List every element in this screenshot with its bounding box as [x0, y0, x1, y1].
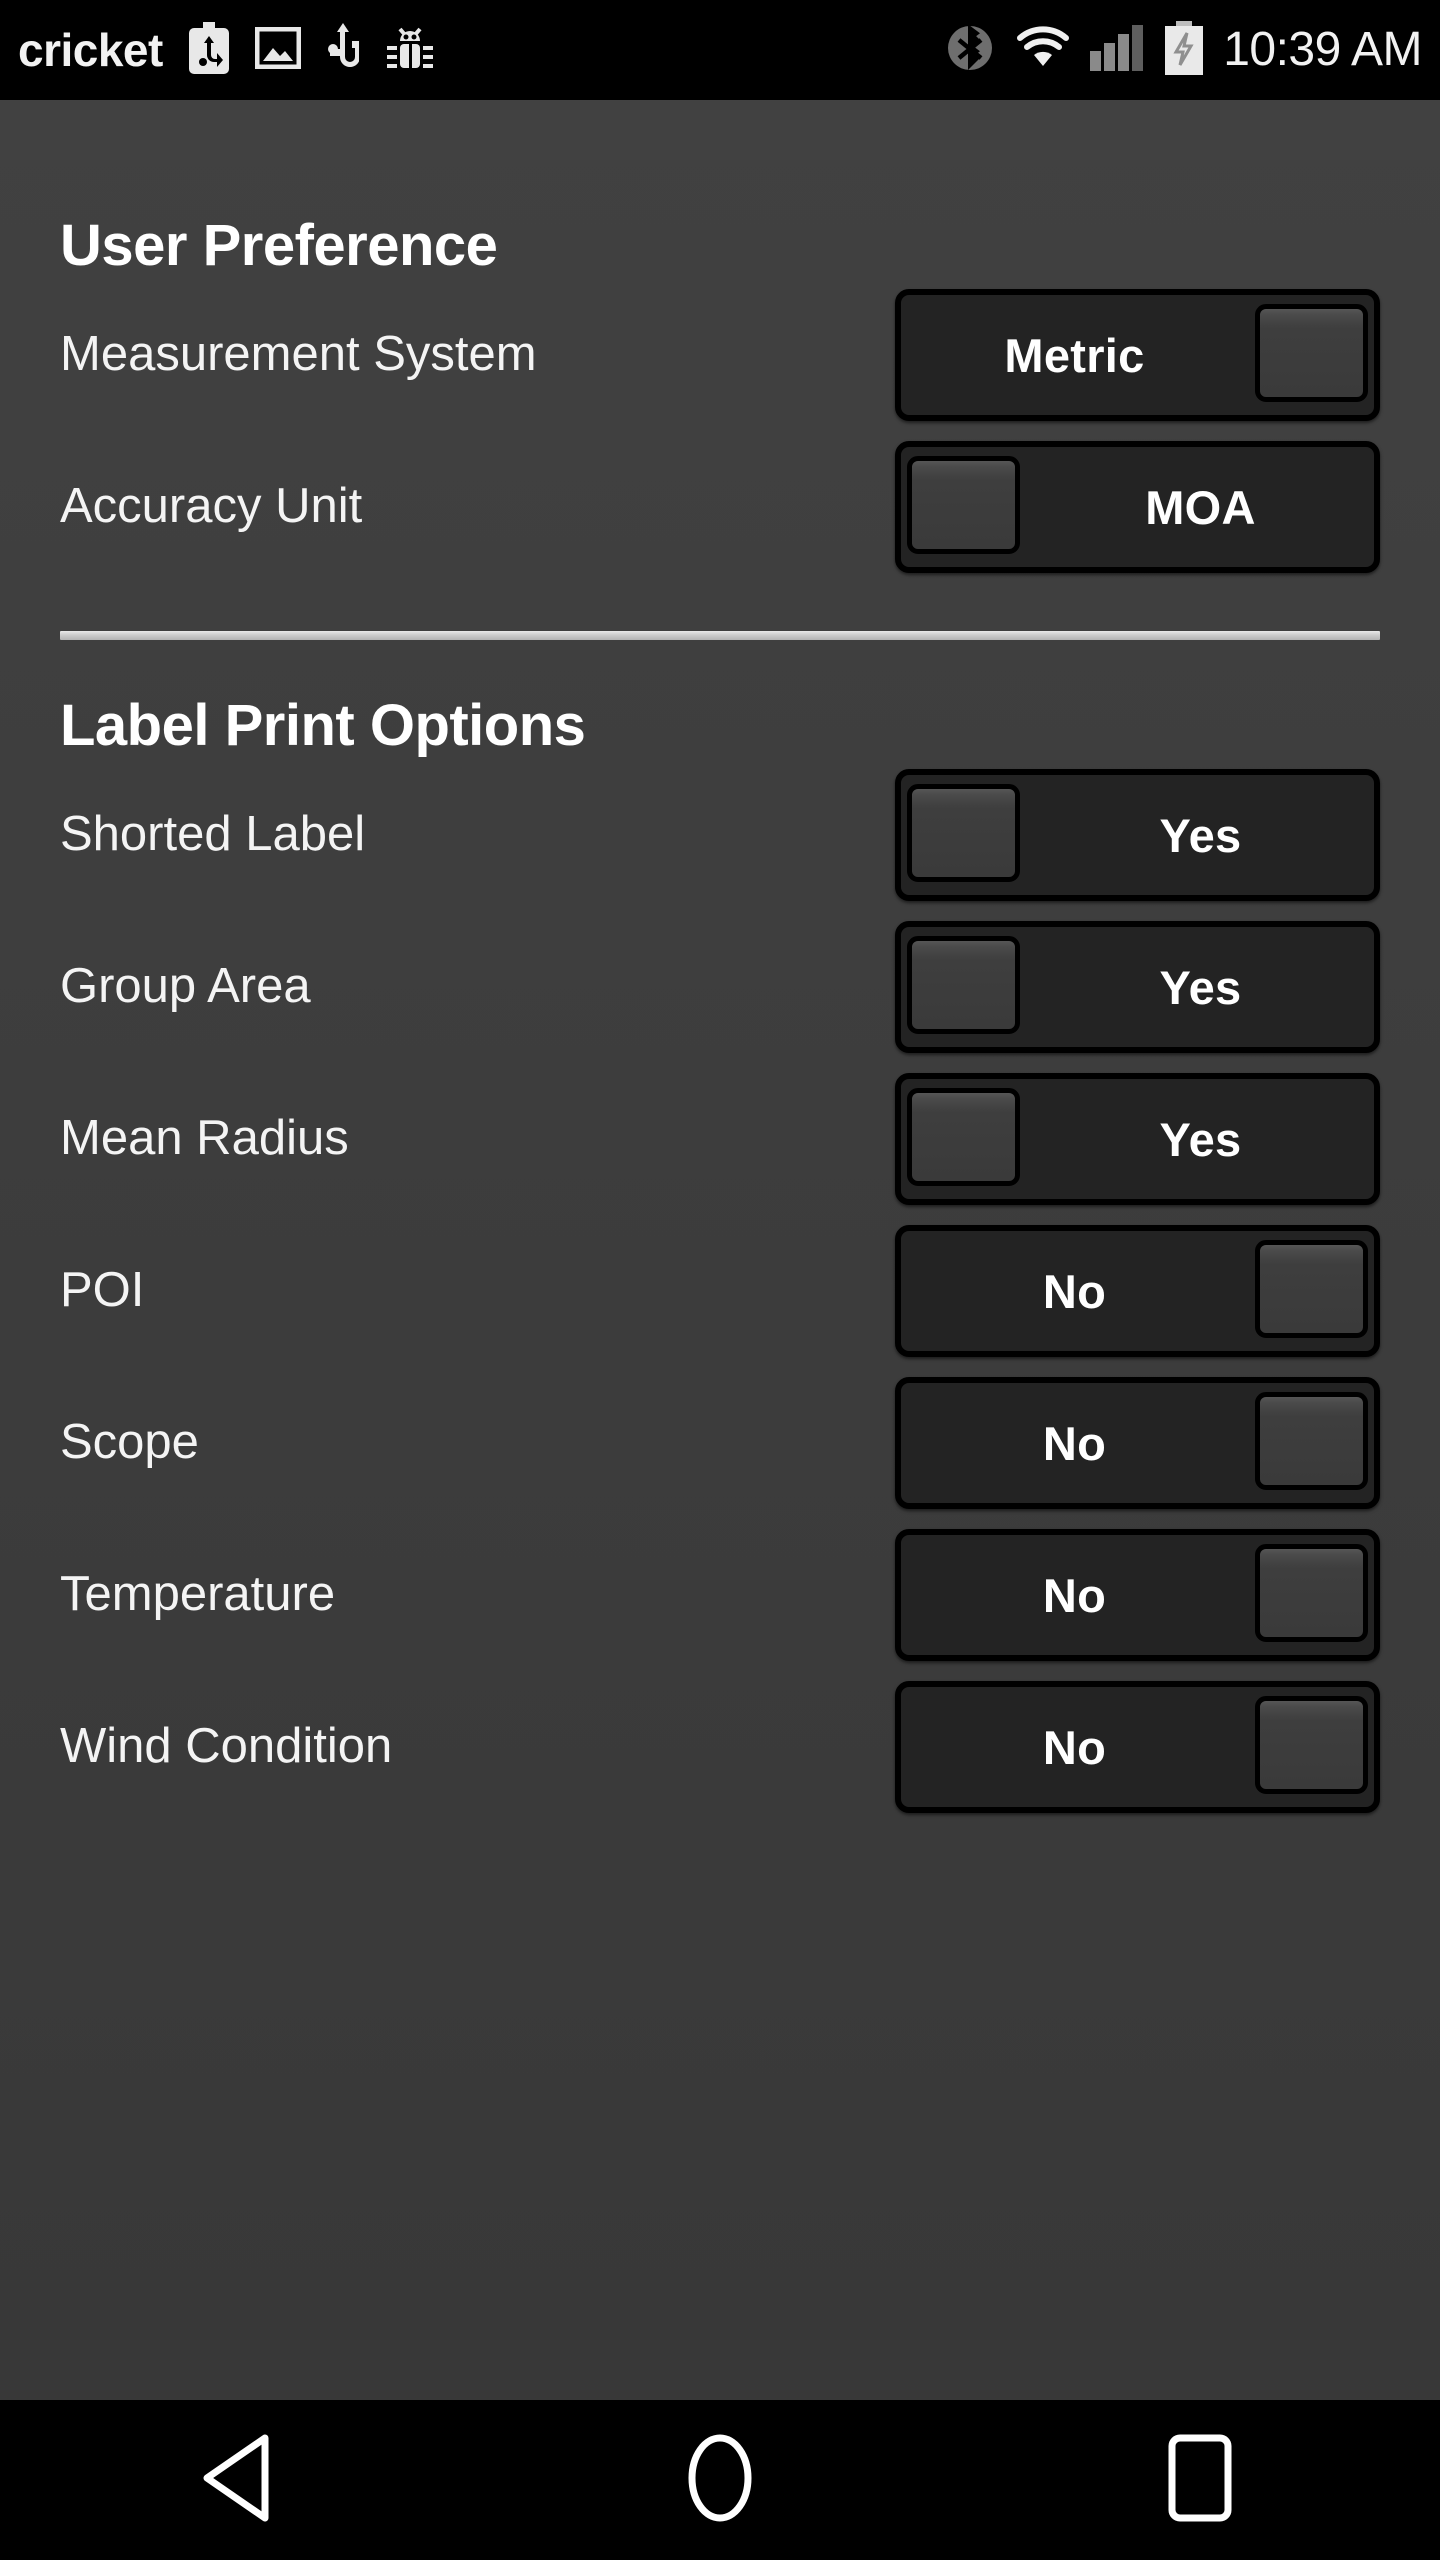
toggle-value-wind-condition: No [1042, 1720, 1107, 1774]
toggle-value-measurement-system: Metric [1004, 328, 1145, 382]
home-circle-icon [677, 2432, 763, 2529]
toggle-thumb-group-area[interactable] [907, 936, 1020, 1034]
row-shorted-label[interactable]: Shorted Label Yes [0, 759, 1440, 911]
section-title-label-print-options: Label Print Options [60, 693, 586, 758]
row-label-mean-radius: Mean Radius [60, 1111, 349, 1166]
row-control-measurement-system[interactable]: Metric [895, 289, 1380, 421]
row-control-scope[interactable]: No [895, 1377, 1380, 1509]
recents-square-icon [1157, 2432, 1243, 2529]
row-wind-condition[interactable]: Wind Condition No [0, 1671, 1440, 1823]
toggle-wind-condition[interactable]: No [895, 1681, 1380, 1813]
settings-scroll-container[interactable]: User Preference Measurement System Metri… [0, 100, 1440, 2400]
toggle-thumb-accuracy-unit[interactable] [907, 456, 1020, 554]
home-button[interactable] [610, 2400, 830, 2560]
status-bar-right-group: 10:39 AM [943, 20, 1422, 80]
row-control-temperature[interactable]: No [895, 1529, 1380, 1661]
navigation-bar [0, 2400, 1440, 2560]
row-label-wind-condition: Wind Condition [60, 1719, 393, 1774]
toggle-value-accuracy-unit: MOA [1145, 480, 1256, 534]
row-label-temperature: Temperature [60, 1567, 336, 1622]
toggle-mean-radius[interactable]: Yes [895, 1073, 1380, 1205]
toggle-value-scope: No [1042, 1416, 1107, 1470]
bluetooth-icon [943, 21, 997, 80]
clock-label: 10:39 AM [1223, 23, 1422, 76]
back-button[interactable] [130, 2400, 350, 2560]
row-label-group-area: Group Area [60, 959, 311, 1014]
recent-apps-button[interactable] [1090, 2400, 1310, 2560]
usb-icon [327, 22, 360, 78]
row-label-poi: POI [60, 1263, 145, 1318]
row-temperature[interactable]: Temperature No [0, 1519, 1440, 1671]
toggle-temperature[interactable]: No [895, 1529, 1380, 1661]
toggle-thumb-measurement-system[interactable] [1255, 304, 1368, 402]
row-mean-radius[interactable]: Mean Radius Yes [0, 1063, 1440, 1215]
signal-icon [1089, 24, 1145, 76]
toggle-scope[interactable]: No [895, 1377, 1380, 1509]
section-divider [60, 631, 1380, 640]
toggle-value-mean-radius: Yes [1159, 1112, 1242, 1166]
toggle-thumb-wind-condition[interactable] [1255, 1696, 1368, 1794]
toggle-thumb-poi[interactable] [1255, 1240, 1368, 1338]
section-label-print-header: Label Print Options [0, 692, 1440, 759]
back-triangle-icon [197, 2432, 283, 2529]
status-bar-left-group: cricket [18, 21, 435, 79]
toggle-poi[interactable]: No [895, 1225, 1380, 1357]
toggle-value-group-area: Yes [1159, 960, 1242, 1014]
phone-screen: cricket 10:39 AM User Preference Measure… [0, 0, 1440, 2560]
row-label-shorted-label: Shorted Label [60, 807, 366, 862]
row-control-group-area[interactable]: Yes [895, 921, 1380, 1053]
row-group-area[interactable]: Group Area Yes [0, 911, 1440, 1063]
row-label-scope: Scope [60, 1415, 199, 1470]
row-label-accuracy-unit: Accuracy Unit [60, 479, 363, 534]
toggle-group-area[interactable]: Yes [895, 921, 1380, 1053]
row-control-shorted-label[interactable]: Yes [895, 769, 1380, 901]
usb-battery-icon [188, 21, 229, 79]
toggle-thumb-scope[interactable] [1255, 1392, 1368, 1490]
carrier-label: cricket [18, 24, 163, 76]
row-control-wind-condition[interactable]: No [895, 1681, 1380, 1813]
row-measurement-system[interactable]: Measurement System Metric [0, 279, 1440, 431]
battery-charging-icon [1163, 20, 1205, 80]
row-label-measurement-system: Measurement System [60, 327, 537, 382]
row-scope[interactable]: Scope No [0, 1367, 1440, 1519]
row-control-poi[interactable]: No [895, 1225, 1380, 1357]
toggle-thumb-mean-radius[interactable] [907, 1088, 1020, 1186]
toggle-value-temperature: No [1042, 1568, 1107, 1622]
toggle-value-poi: No [1042, 1264, 1107, 1318]
section-user-preference-header: User Preference [0, 212, 1440, 279]
row-accuracy-unit[interactable]: Accuracy Unit MOA [0, 431, 1440, 583]
row-poi[interactable]: POI No [0, 1215, 1440, 1367]
row-control-mean-radius[interactable]: Yes [895, 1073, 1380, 1205]
page-title: User Preference [60, 213, 498, 278]
toggle-shorted-label[interactable]: Yes [895, 769, 1380, 901]
image-icon [254, 26, 302, 74]
toggle-measurement-system[interactable]: Metric [895, 289, 1380, 421]
toggle-value-shorted-label: Yes [1159, 808, 1242, 862]
bug-icon [385, 25, 435, 76]
wifi-icon [1015, 25, 1071, 75]
toggle-accuracy-unit[interactable]: MOA [895, 441, 1380, 573]
toggle-thumb-temperature[interactable] [1255, 1544, 1368, 1642]
row-control-accuracy-unit[interactable]: MOA [895, 441, 1380, 573]
status-bar: cricket 10:39 AM [0, 0, 1440, 100]
toggle-thumb-shorted-label[interactable] [907, 784, 1020, 882]
